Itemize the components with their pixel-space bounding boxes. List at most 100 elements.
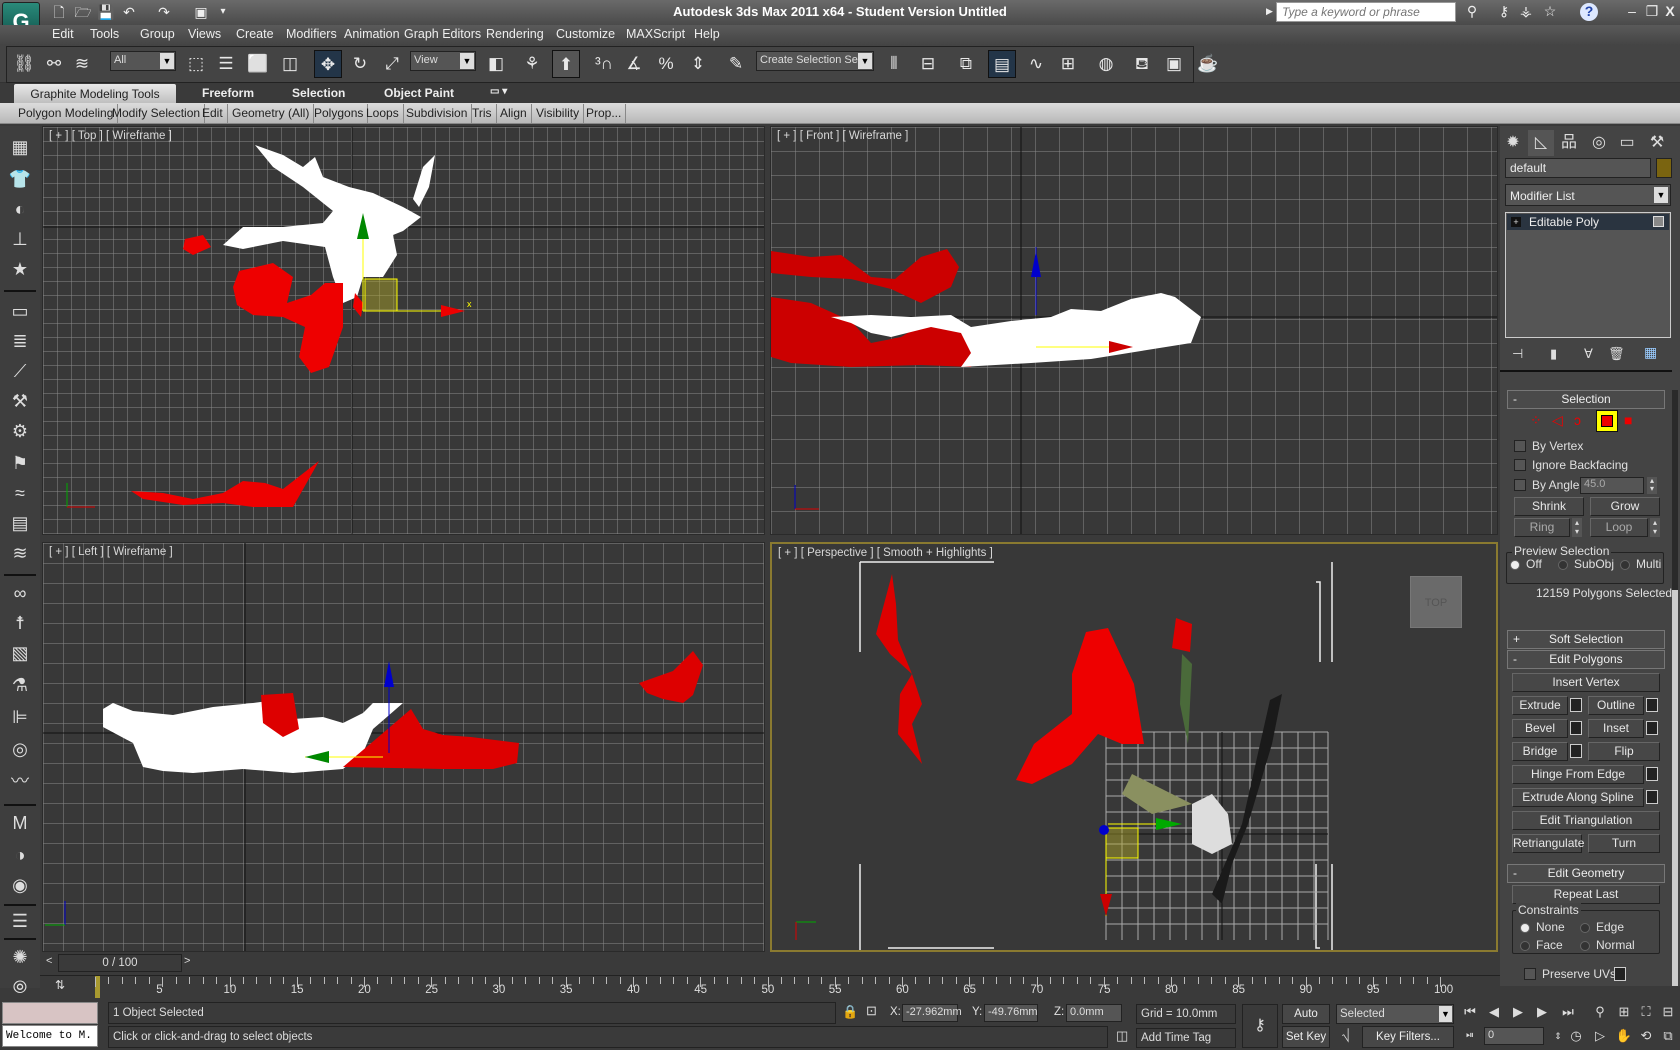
constraint-edge-radio[interactable] bbox=[1580, 923, 1590, 933]
stairs-icon[interactable]: ⊫ bbox=[6, 704, 34, 730]
menu-views[interactable]: Views bbox=[188, 27, 221, 41]
modifier-list-dropdown[interactable]: Modifier List ▼ bbox=[1505, 184, 1671, 206]
schematic-view-icon[interactable]: ⊞ bbox=[1054, 50, 1082, 78]
flip-button[interactable]: Flip bbox=[1588, 742, 1660, 761]
command-panel-scrollbar[interactable] bbox=[1672, 390, 1678, 986]
next-frame-icon[interactable]: ▶ bbox=[1532, 1002, 1552, 1022]
panel-subdivision[interactable]: Subdivision bbox=[402, 104, 473, 123]
use-pivot-center-icon[interactable]: ◧ bbox=[482, 50, 510, 78]
configure-modifier-sets-icon[interactable]: ▦ bbox=[1644, 344, 1657, 361]
preserve-uvs-checkbox[interactable] bbox=[1524, 968, 1536, 980]
add-time-tag-button[interactable]: Add Time Tag bbox=[1136, 1028, 1236, 1048]
frame-spinner[interactable]: ⇕ bbox=[1548, 1026, 1568, 1046]
menu-edit[interactable]: Edit bbox=[52, 27, 74, 41]
constraint-none-radio[interactable] bbox=[1520, 923, 1530, 933]
select-and-move-icon[interactable]: ✥ bbox=[314, 50, 342, 78]
target-m-icon[interactable]: ◉ bbox=[6, 872, 34, 898]
panel-align[interactable]: Align bbox=[496, 104, 532, 123]
snaps-toggle-icon[interactable]: ³∩ bbox=[590, 50, 618, 78]
select-and-scale-icon[interactable]: ⤢ bbox=[378, 50, 406, 78]
default-in-out-tangents-icon[interactable]: ⎷ bbox=[1342, 1028, 1350, 1043]
rope-icon[interactable]: 〰 bbox=[6, 768, 34, 794]
insert-vertex-button[interactable]: Insert Vertex bbox=[1512, 673, 1660, 692]
ignore-backfacing-checkbox[interactable] bbox=[1514, 459, 1526, 471]
object-color-swatch[interactable] bbox=[1656, 158, 1672, 178]
paper-icon[interactable]: ▤ bbox=[6, 510, 34, 536]
rollout-edit-geometry-header[interactable]: - Edit Geometry bbox=[1507, 864, 1665, 883]
key-filters-button[interactable]: Key Filters... bbox=[1362, 1026, 1454, 1048]
select-object-icon[interactable]: ⬚ bbox=[182, 50, 210, 78]
x-coordinate-field[interactable]: -27.962mm bbox=[902, 1004, 962, 1022]
undo-icon[interactable]: ↶ bbox=[120, 3, 138, 21]
unlink-selection-icon[interactable]: ⚯ bbox=[40, 50, 68, 78]
waves-icon[interactable]: ≋ bbox=[6, 540, 34, 566]
expand-search-icon[interactable]: ▶ bbox=[1266, 6, 1273, 17]
spinner-snap-icon[interactable]: ⇕ bbox=[684, 50, 712, 78]
camera-icon[interactable]: ⦾ bbox=[6, 974, 34, 1000]
panel-properties[interactable]: Prop... bbox=[582, 104, 627, 123]
bucket-icon[interactable]: ⚗ bbox=[6, 672, 34, 698]
make-unique-icon[interactable]: ∀ bbox=[1584, 346, 1593, 362]
bind-to-space-warp-icon[interactable]: ≋ bbox=[68, 50, 96, 78]
manipulate-icon[interactable]: ⚘ bbox=[518, 50, 546, 78]
repeat-last-button[interactable]: Repeat Last bbox=[1512, 885, 1660, 904]
boxes-icon[interactable]: ▦ bbox=[6, 134, 34, 160]
render-setup-icon[interactable]: ⛾ bbox=[1128, 50, 1156, 78]
weathervane-icon[interactable]: ⚑ bbox=[6, 450, 34, 476]
selection-filter-dropdown[interactable]: All ▼ bbox=[110, 51, 176, 71]
restore-icon[interactable]: ❐ bbox=[1642, 3, 1662, 21]
panel-loops[interactable]: Loops bbox=[362, 104, 404, 123]
menu-help[interactable]: Help bbox=[694, 27, 720, 41]
ring-button[interactable]: Ring bbox=[1514, 518, 1570, 537]
angle-snap-icon[interactable]: ∡ bbox=[620, 50, 648, 78]
expand-plus-icon[interactable]: + bbox=[1511, 217, 1521, 227]
grow-button[interactable]: Grow bbox=[1590, 497, 1660, 516]
absolute-mode-icon[interactable]: ⊡ bbox=[866, 1003, 877, 1019]
panel-modify-selection[interactable]: Modify Selection bbox=[108, 104, 206, 123]
zoom-icon[interactable]: ⚲ bbox=[1590, 1002, 1610, 1022]
map-icon[interactable]: ▧ bbox=[6, 640, 34, 666]
show-end-result-icon[interactable]: ▮ bbox=[1550, 346, 1557, 362]
hinge-settings-button[interactable] bbox=[1646, 767, 1658, 781]
constraint-face-radio[interactable] bbox=[1520, 941, 1530, 951]
shirt-icon[interactable]: 👕 bbox=[6, 166, 34, 192]
panel-visibility[interactable]: Visibility bbox=[532, 104, 585, 123]
modifier-stack[interactable] bbox=[1505, 212, 1671, 338]
outline-settings-button[interactable] bbox=[1646, 698, 1658, 712]
time-tag-icon[interactable]: ◫ bbox=[1116, 1028, 1128, 1044]
rollout-selection-header[interactable]: - Selection bbox=[1507, 390, 1665, 409]
hammer-icon[interactable]: ⚒ bbox=[6, 388, 34, 414]
border-mode-icon[interactable]: ↄ bbox=[1574, 412, 1581, 428]
previous-frame-icon[interactable]: ◀ bbox=[1484, 1002, 1504, 1022]
menu-group[interactable]: Group bbox=[140, 27, 175, 41]
by-angle-checkbox[interactable] bbox=[1514, 479, 1526, 491]
quick-access-dropdown-icon[interactable]: ▾ bbox=[214, 3, 232, 21]
ring-spinner[interactable]: ▴ ▾ bbox=[1572, 518, 1582, 537]
menu-modifiers[interactable]: Modifiers bbox=[286, 27, 337, 41]
go-to-end-icon[interactable]: ⏭ bbox=[1558, 1002, 1578, 1022]
project-folder-icon[interactable]: ▣ bbox=[192, 3, 210, 21]
rectangular-selection-icon[interactable]: ⬜ bbox=[244, 50, 272, 78]
time-next-icon[interactable]: > bbox=[184, 955, 196, 971]
retriangulate-button[interactable]: Retriangulate bbox=[1512, 834, 1584, 853]
panel-polygons[interactable]: Polygons bbox=[310, 104, 369, 123]
list-window-icon[interactable]: ☰ bbox=[6, 908, 34, 934]
favorites-star-icon[interactable]: ☆ bbox=[1540, 3, 1560, 21]
preview-subobj-radio[interactable] bbox=[1558, 560, 1568, 570]
constraint-normal-radio[interactable] bbox=[1580, 941, 1590, 951]
edit-triangulation-button[interactable]: Edit Triangulation bbox=[1512, 811, 1660, 830]
torus-knot-icon[interactable]: ∞ bbox=[6, 580, 34, 606]
bone-icon[interactable]: ⟋ bbox=[6, 358, 34, 384]
inset-button[interactable]: Inset bbox=[1588, 719, 1644, 738]
viewport-label-perspective[interactable]: [ + ] [ Perspective ] [ Smooth + Highlig… bbox=[778, 547, 993, 559]
transform-gizmo-plane[interactable] bbox=[364, 278, 398, 312]
modify-tab-icon[interactable]: ◺ bbox=[1528, 130, 1554, 156]
scrollbar-thumb[interactable] bbox=[1672, 590, 1678, 986]
preview-off-radio[interactable] bbox=[1510, 560, 1520, 570]
menu-tools[interactable]: Tools bbox=[90, 27, 119, 41]
stack-item-editable-poly[interactable]: + Editable Poly bbox=[1507, 214, 1669, 230]
tab-selection[interactable]: Selection bbox=[292, 86, 345, 100]
angle-spinner[interactable]: ▴ ▾ bbox=[1647, 477, 1657, 494]
preserve-uvs-settings-button[interactable] bbox=[1614, 967, 1626, 981]
save-icon[interactable]: 💾 bbox=[97, 3, 115, 21]
